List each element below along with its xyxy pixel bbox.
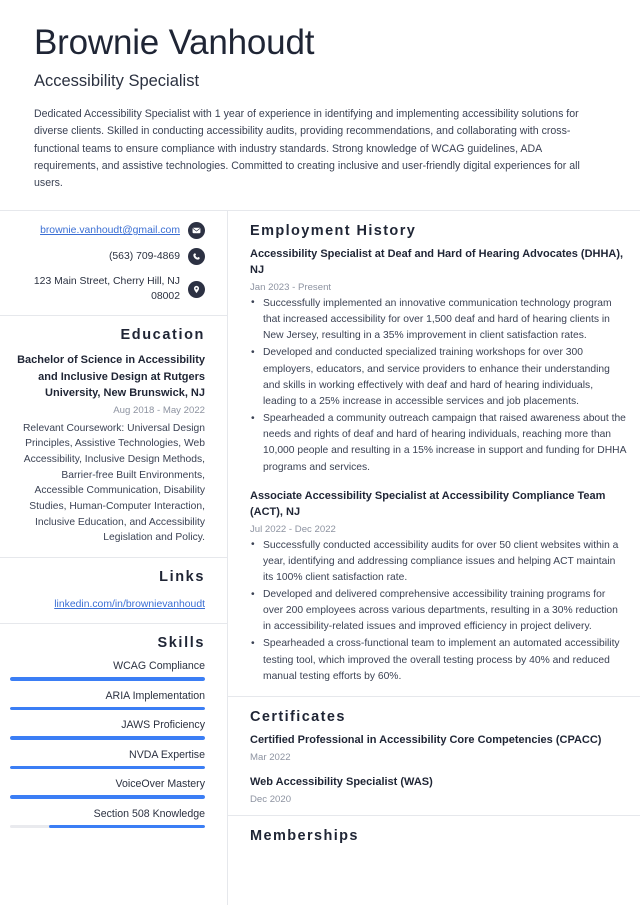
- skill-level-fill: [10, 677, 205, 681]
- education-coursework: Relevant Coursework: Universal Design Pr…: [23, 422, 205, 544]
- email-value[interactable]: brownie.vanhoudt@gmail.com: [40, 223, 180, 238]
- skill-level-track: [10, 706, 205, 711]
- job-title-subtitle: Accessibility Specialist: [34, 72, 200, 91]
- employment-heading: Employment History: [250, 223, 417, 240]
- main-column: Employment History Accessibility Special…: [228, 211, 640, 905]
- skill-level-track: [10, 736, 205, 740]
- page-title: Brownie Vanhoudt: [34, 23, 315, 62]
- certificates-heading: Certificates: [250, 708, 346, 725]
- skill-level-fill: [10, 706, 205, 711]
- contact-section: brownie.vanhoudt@gmail.com (563) 709-486…: [0, 211, 227, 315]
- job-bullet: Successfully conducted accessibility aud…: [250, 537, 628, 586]
- employment-section: Employment History Accessibility Special…: [228, 211, 640, 696]
- skill-level-track: [10, 765, 205, 770]
- certificates-section: Certificates Certified Professional in A…: [228, 695, 640, 815]
- skill-level-track: [10, 795, 205, 799]
- skill-name: VoiceOver Mastery: [115, 778, 206, 791]
- skill-name: Section 508 Knowledge: [93, 807, 205, 820]
- contact-item-phone[interactable]: (563) 709-4869: [10, 248, 205, 266]
- professional-summary: Dedicated Accessibility Specialist with …: [34, 108, 580, 189]
- education-section: Education Bachelor of Science in Accessi…: [0, 315, 227, 557]
- envelope-icon: [188, 222, 205, 240]
- skill-item: Section 508 Knowledge: [10, 808, 205, 829]
- education-date: Aug 2018 - May 2022: [113, 404, 205, 416]
- skills-list: WCAG Compliance ARIA Implementation JAWS P…: [10, 660, 205, 829]
- skill-level-track: [10, 677, 205, 681]
- job-bullet: Spearheaded a community outreach campaig…: [250, 411, 628, 476]
- contact-item-email[interactable]: brownie.vanhoudt@gmail.com: [10, 222, 205, 240]
- phone-value: (563) 709-4869: [108, 251, 180, 263]
- job-bullet: Spearheaded a cross-functional team to i…: [250, 636, 628, 684]
- jobs-list: Accessibility Specialist at Deaf and Har…: [250, 247, 628, 685]
- certificate-name: Web Accessibility Specialist (WAS): [250, 775, 433, 788]
- job-bullet: Developed and delivered comprehensive ac…: [250, 587, 628, 635]
- resume-page: Brownie Vanhoudt Accessibility Specialis…: [0, 0, 640, 905]
- skill-level-fill: [10, 795, 205, 799]
- job-bullet-list: Successfully conducted accessibility aud…: [250, 537, 628, 685]
- job-entry-title: Associate Accessibility Specialist at Ac…: [250, 489, 606, 518]
- job-bullet-list: Successfully implemented an innovative c…: [250, 295, 628, 476]
- sidebar-column: brownie.vanhoudt@gmail.com (563) 709-486…: [0, 211, 228, 905]
- skill-name: NVDA Expertise: [129, 748, 205, 761]
- certificates-list: Certified Professional in Accessibility …: [250, 733, 628, 805]
- education-heading: Education: [120, 327, 205, 344]
- job-entry: Associate Accessibility Specialist at Ac…: [250, 489, 628, 685]
- skill-level-fill: [10, 736, 205, 740]
- skill-item: WCAG Compliance: [10, 660, 205, 681]
- skill-item: JAWS Proficiency: [10, 719, 205, 740]
- job-entry: Accessibility Specialist at Deaf and Har…: [250, 247, 628, 476]
- job-bullet: Developed and conducted specialized trai…: [250, 345, 628, 410]
- skills-section: Skills WCAG Compliance ARIA Implementatio…: [0, 623, 227, 839]
- skill-item: NVDA Expertise: [10, 749, 205, 770]
- skill-name: ARIA Implementation: [105, 689, 205, 702]
- link-item-linkedin[interactable]: linkedin.com/in/brownievanhoudt: [54, 599, 205, 610]
- links-heading: Links: [159, 568, 205, 585]
- certificate-date: Mar 2022: [250, 751, 291, 763]
- skill-level-track: [10, 824, 205, 829]
- contact-item-address: 123 Main Street, Cherry Hill, NJ 08002: [10, 274, 205, 304]
- resume-body: brownie.vanhoudt@gmail.com (563) 709-486…: [0, 211, 640, 905]
- memberships-section: Memberships: [228, 814, 640, 862]
- job-entry-date: Jan 2023 - Present: [250, 281, 332, 293]
- skill-name: WCAG Compliance: [113, 660, 205, 673]
- skill-name: JAWS Proficiency: [121, 719, 205, 732]
- certificate-entry: Certified Professional in Accessibility …: [250, 733, 628, 763]
- certificate-date: Dec 2020: [250, 793, 292, 805]
- skill-level-fill: [49, 824, 205, 829]
- memberships-heading: Memberships: [250, 827, 359, 844]
- skill-item: VoiceOver Mastery: [10, 778, 205, 799]
- education-degree: Bachelor of Science in Accessibility and…: [17, 354, 205, 400]
- skill-level-fill: [10, 765, 205, 770]
- job-entry-title: Accessibility Specialist at Deaf and Har…: [250, 248, 624, 277]
- skills-heading: Skills: [157, 635, 205, 652]
- phone-icon: [188, 248, 205, 266]
- location-pin-icon: [188, 280, 205, 298]
- job-bullet: Successfully implemented an innovative c…: [250, 295, 628, 344]
- address-value: 123 Main Street, Cherry Hill, NJ 08002: [33, 276, 180, 303]
- certificate-name: Certified Professional in Accessibility …: [250, 733, 602, 746]
- certificate-entry: Web Accessibility Specialist (WAS) Dec 20…: [250, 775, 628, 805]
- links-section: Links linkedin.com/in/brownievanhoudt: [0, 556, 227, 624]
- skill-item: ARIA Implementation: [10, 690, 205, 711]
- job-entry-date: Jul 2022 - Dec 2022: [250, 523, 336, 535]
- resume-header: Brownie Vanhoudt Accessibility Specialis…: [0, 0, 640, 192]
